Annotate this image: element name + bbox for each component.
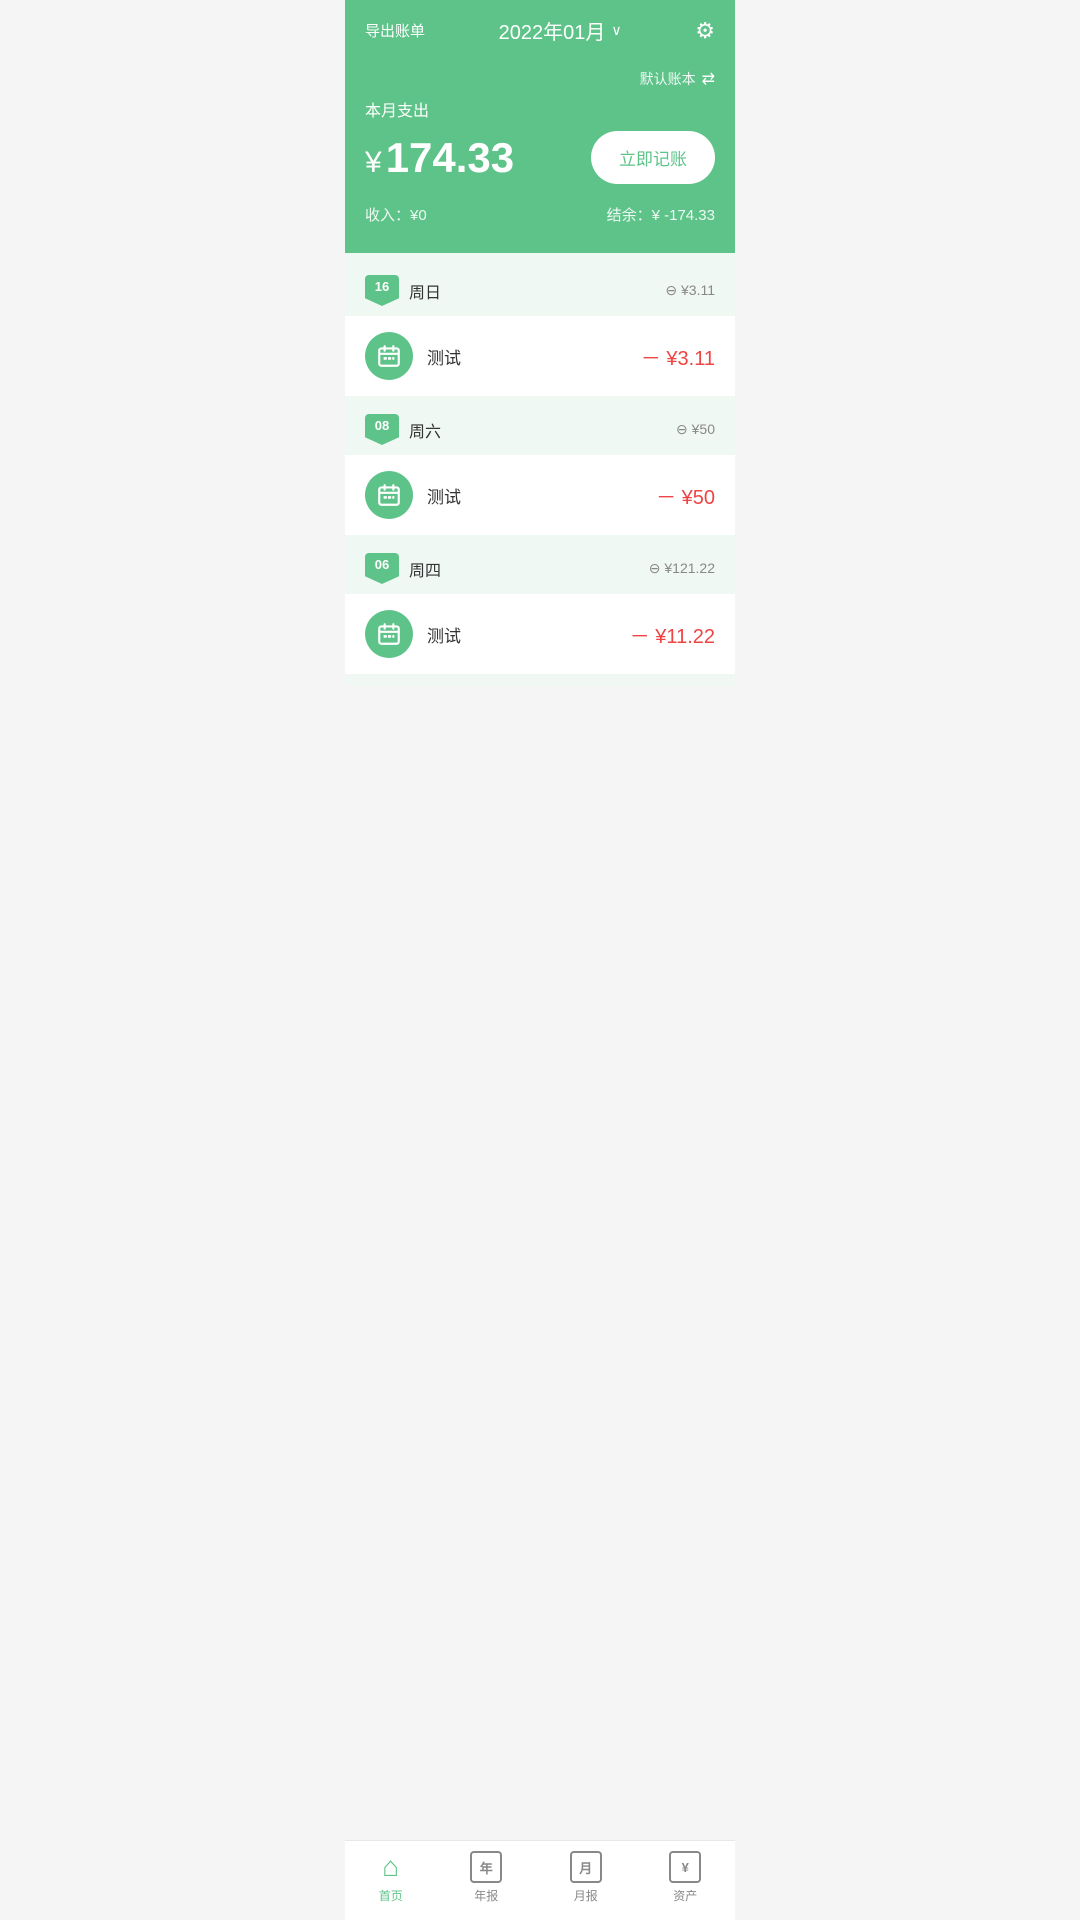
- calendar-icon: [365, 332, 413, 380]
- chevron-down-icon: ∨: [611, 22, 621, 39]
- switch-account-icon[interactable]: ⇄: [702, 69, 715, 89]
- bottom-nav: ⌂ 首页 年年报 月月报 ¥ 资产: [345, 1840, 735, 1920]
- transaction-name: 测试: [427, 344, 627, 369]
- quick-record-button[interactable]: 立即记账: [591, 131, 715, 184]
- month-selector[interactable]: 2022年01月 ∨: [499, 16, 622, 45]
- day-header: 08 周六 ⊖ ¥50: [345, 400, 735, 455]
- transaction-name: 测试: [427, 483, 642, 508]
- balance-label: 结余：¥ -174.33: [607, 204, 715, 225]
- account-row: 默认账本 ⇄: [365, 69, 715, 89]
- summary-main-row: ¥174.33 立即记账: [365, 131, 715, 184]
- day-header: 06 周四 ⊖ ¥121.22: [345, 539, 735, 594]
- day-total: ⊖ ¥3.11: [665, 282, 715, 299]
- transaction-item[interactable]: 测试 － ¥3.11: [345, 316, 735, 396]
- nav-label-yearly: 年报: [474, 1887, 498, 1904]
- monthly-icon: 月: [570, 1851, 602, 1883]
- transaction-item[interactable]: 测试 － ¥50: [345, 455, 735, 535]
- day-badge: 16: [365, 275, 399, 306]
- calendar-icon: [365, 610, 413, 658]
- day-badge: 06: [365, 553, 399, 584]
- nav-item-monthly[interactable]: 月月报: [570, 1851, 602, 1904]
- summary-bottom-row: 收入：¥0 结余：¥ -174.33: [365, 204, 715, 225]
- transaction-amount: － ¥50: [656, 481, 715, 510]
- yearly-icon: 年: [470, 1851, 502, 1883]
- transaction-amount: － ¥3.11: [641, 342, 715, 371]
- summary-card: 默认账本 ⇄ 本月支出 ¥174.33 立即记账 收入：¥0 结余：¥ -174…: [345, 57, 735, 253]
- calendar-icon: [365, 471, 413, 519]
- day-badge: 08: [365, 414, 399, 445]
- day-section: 06 周四 ⊖ ¥121.22 测试 － ¥11.22: [345, 539, 735, 674]
- day-total: ⊖ ¥50: [676, 421, 715, 438]
- transaction-amount: － ¥11.22: [630, 620, 715, 649]
- nav-label-assets: 资产: [673, 1887, 697, 1904]
- export-button[interactable]: 导出账单: [365, 20, 425, 41]
- nav-label-home: 首页: [379, 1887, 403, 1904]
- income-label: 收入：¥0: [365, 204, 427, 225]
- summary-amount: ¥174.33: [365, 134, 514, 182]
- nav-label-monthly: 月报: [574, 1887, 598, 1904]
- day-section: 16 周日 ⊖ ¥3.11 测试 － ¥3.11: [345, 261, 735, 396]
- account-label: 默认账本: [640, 69, 696, 89]
- currency-symbol: ¥: [365, 146, 382, 179]
- day-name: 周六: [409, 418, 441, 442]
- assets-icon: ¥: [669, 1851, 701, 1883]
- day-total: ⊖ ¥121.22: [649, 560, 715, 577]
- day-section: 08 周六 ⊖ ¥50 测试 － ¥50: [345, 400, 735, 535]
- month-label: 2022年01月: [499, 16, 606, 45]
- nav-item-home[interactable]: ⌂ 首页: [379, 1851, 403, 1904]
- nav-item-yearly[interactable]: 年年报: [470, 1851, 502, 1904]
- nav-item-assets[interactable]: ¥ 资产: [669, 1851, 701, 1904]
- transaction-name: 测试: [427, 622, 616, 647]
- header: 导出账单 2022年01月 ∨ ⚙: [345, 0, 735, 57]
- summary-title: 本月支出: [365, 97, 715, 121]
- settings-icon[interactable]: ⚙: [695, 18, 715, 44]
- home-icon: ⌂: [382, 1851, 399, 1883]
- transaction-list: 16 周日 ⊖ ¥3.11 测试 － ¥3.11 08 周六 ⊖ ¥50 测试 － ¥50 06…: [345, 253, 735, 686]
- day-name: 周日: [409, 279, 441, 303]
- day-name: 周四: [409, 557, 441, 581]
- day-header: 16 周日 ⊖ ¥3.11: [345, 261, 735, 316]
- transaction-item[interactable]: 测试 － ¥11.22: [345, 594, 735, 674]
